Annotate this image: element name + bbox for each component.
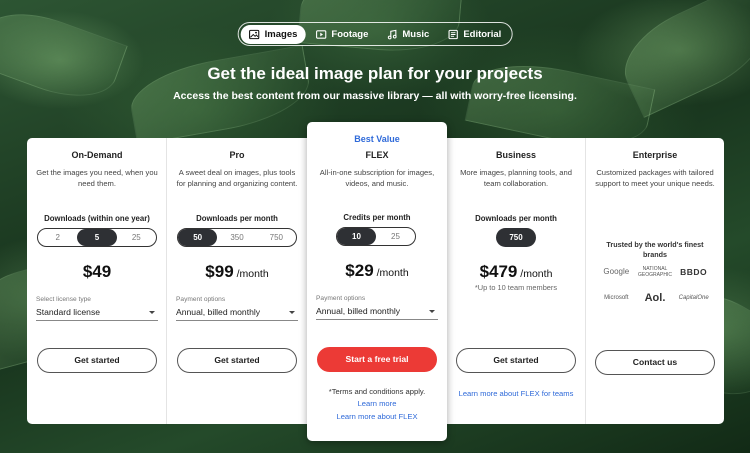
plan-price: $99 /month: [205, 262, 269, 281]
tab-label: Editorial: [463, 28, 502, 40]
plan-name: FLEX: [365, 150, 389, 160]
tab-label: Footage: [331, 28, 369, 40]
plan-description: Customized packages with tailored suppor…: [595, 168, 715, 188]
downloads-label: Downloads per month: [475, 214, 557, 223]
plan-flex: Best Value FLEX All-in-one subscription …: [307, 122, 447, 441]
capitalone-logo: CapitalOne: [678, 295, 709, 301]
microsoft-logo: Microsoft: [604, 295, 629, 301]
get-started-button[interactable]: Get started: [37, 348, 157, 373]
plan-price: $49: [82, 262, 112, 281]
play-icon: [315, 29, 327, 39]
learn-more-flex-link[interactable]: Learn more about FLEX: [307, 412, 447, 421]
option-350[interactable]: 350: [217, 229, 256, 246]
plan-description: Get the images you need, when you need t…: [36, 168, 158, 188]
payment-options-select[interactable]: Annual, billed monthly: [176, 305, 298, 321]
newspaper-icon: [448, 29, 458, 39]
learn-more-link[interactable]: Learn more: [307, 399, 447, 408]
tab-label: Images: [264, 28, 298, 40]
tab-music[interactable]: Music: [378, 25, 437, 44]
plan-name: On-Demand: [71, 150, 123, 160]
option-25[interactable]: 25: [117, 229, 156, 246]
best-value-badge: Best Value: [354, 134, 400, 144]
national-geographic-logo: NATIONAL GEOGRAPHIC: [638, 266, 672, 278]
option-50[interactable]: 50: [178, 229, 218, 246]
tab-images[interactable]: Images: [240, 24, 306, 44]
music-note-icon: [387, 29, 397, 39]
page-title: Get the ideal image plan for your projec…: [207, 64, 543, 83]
credits-label: Credits per month: [343, 213, 411, 222]
tab-footage[interactable]: Footage: [307, 25, 376, 44]
option-25[interactable]: 25: [376, 228, 415, 245]
get-started-button[interactable]: Get started: [177, 348, 297, 373]
option-2[interactable]: 2: [38, 229, 77, 246]
tab-editorial[interactable]: Editorial: [439, 25, 509, 44]
terms-note: *Terms and conditions apply.: [328, 387, 426, 396]
plan-description: All-in-one subscription for images, vide…: [319, 168, 435, 188]
downloads-option-750[interactable]: 750: [496, 228, 536, 247]
trusted-brands-heading: Trusted by the world's finest brands: [606, 240, 704, 259]
media-type-tabs: Images Footage Music Editorial: [237, 22, 513, 46]
plan-description: A sweet deal on images, plus tools for p…: [176, 168, 298, 188]
license-type-select[interactable]: Standard license: [36, 305, 158, 321]
downloads-label: Downloads per month: [196, 214, 278, 223]
plan-ondemand: On-Demand Get the images you need, when …: [27, 138, 167, 424]
plan-name: Enterprise: [632, 150, 678, 160]
option-10[interactable]: 10: [337, 228, 376, 245]
downloads-selector: 50 350 750: [177, 228, 297, 247]
tab-label: Music: [402, 28, 430, 40]
chevron-down-icon: [429, 310, 435, 313]
payment-options-select[interactable]: Annual, billed monthly: [316, 304, 438, 320]
option-5[interactable]: 5: [77, 229, 117, 246]
plan-pro: Pro A sweet deal on images, plus tools f…: [167, 138, 307, 424]
select-label: Payment options: [316, 295, 366, 302]
learn-more-flex-teams-link[interactable]: Learn more about FLEX for teams: [446, 389, 586, 398]
plan-price: $29 /month: [345, 261, 409, 280]
plan-name: Pro: [229, 150, 245, 160]
image-icon: [249, 29, 260, 39]
select-label: Payment options: [176, 296, 226, 303]
contact-us-button[interactable]: Contact us: [595, 350, 715, 375]
plan-description: More images, planning tools, and team co…: [460, 168, 572, 188]
bbdo-logo: BBDO: [680, 267, 708, 277]
plan-price: $479 /month: [479, 262, 553, 281]
team-members-note: *Up to 10 team members: [474, 283, 558, 292]
start-free-trial-button[interactable]: Start a free trial: [317, 347, 437, 372]
chevron-down-icon: [149, 311, 155, 314]
downloads-label: Downloads (within one year): [44, 214, 150, 223]
plan-name: Business: [495, 150, 537, 160]
chevron-down-icon: [289, 311, 295, 314]
brand-logos: Google NATIONAL GEOGRAPHIC BBDO Microsof…: [597, 266, 713, 304]
get-started-button[interactable]: Get started: [456, 348, 576, 373]
option-750[interactable]: 750: [257, 229, 296, 246]
plan-business: Business More images, planning tools, an…: [446, 138, 586, 424]
aol-logo: Aol.: [644, 292, 666, 304]
downloads-selector: 2 5 25: [37, 228, 157, 247]
google-logo: Google: [603, 267, 630, 276]
credits-selector: 10 25: [336, 227, 416, 246]
page-subtitle: Access the best content from our massive…: [173, 90, 577, 102]
plan-enterprise: Enterprise Customized packages with tail…: [585, 138, 725, 424]
select-label: Select license type: [36, 296, 91, 303]
